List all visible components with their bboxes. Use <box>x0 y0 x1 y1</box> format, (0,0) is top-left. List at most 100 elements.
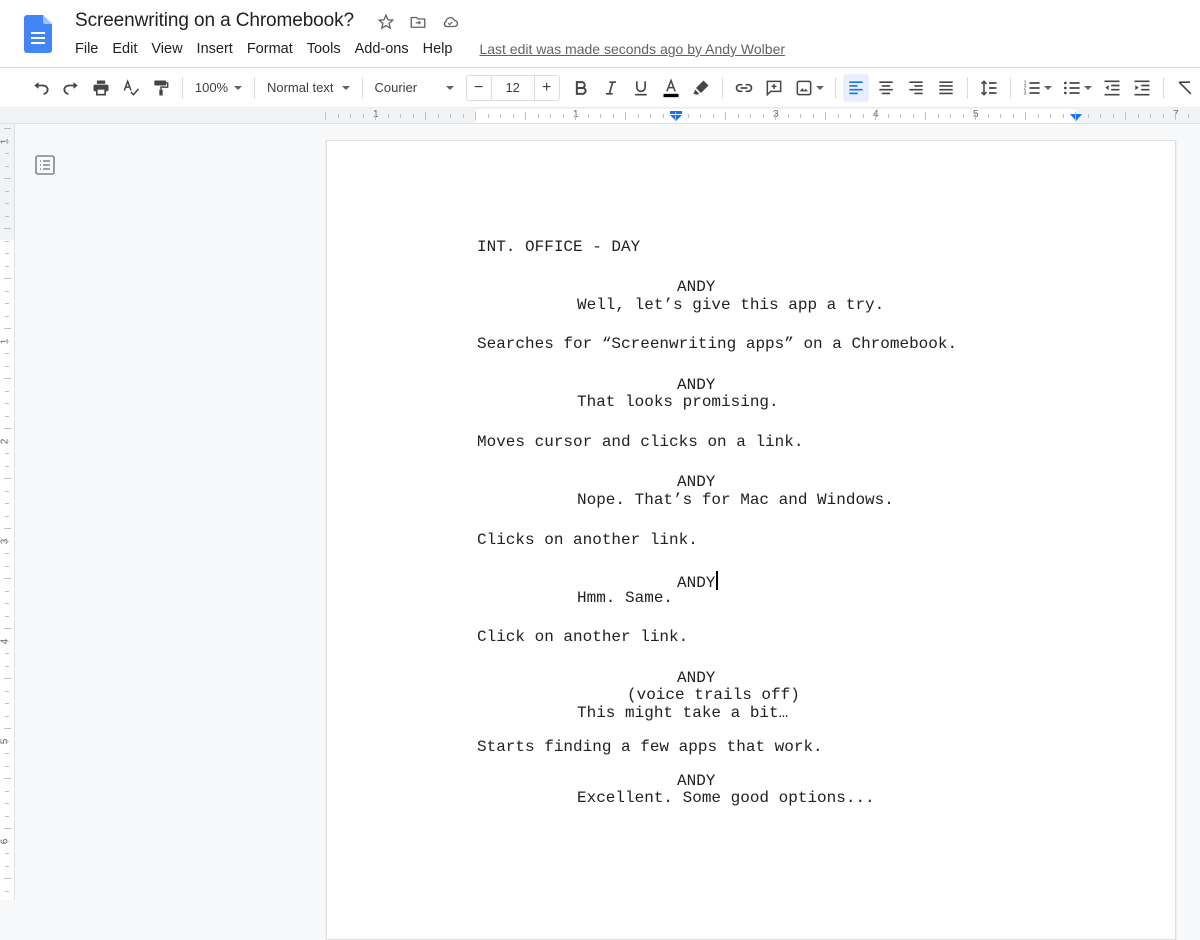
ruler-tick <box>4 478 11 479</box>
character-text: ANDY <box>677 376 716 394</box>
line-spacing-button[interactable] <box>976 74 1002 102</box>
increase-indent-button[interactable] <box>1129 74 1155 102</box>
cloud-saved-icon[interactable] <box>440 12 460 32</box>
document-outline-icon[interactable] <box>34 154 56 176</box>
decrease-font-size-button[interactable]: − <box>467 79 491 97</box>
add-comment-button[interactable] <box>761 74 787 102</box>
dialogue-line[interactable]: Hmm. Same. <box>577 589 673 607</box>
character-line[interactable]: ANDY <box>677 669 715 687</box>
ruler-tick <box>5 590 9 592</box>
ruler-tick <box>5 690 9 692</box>
paragraph-style-select[interactable]: Normal text <box>261 74 356 102</box>
paint-format-button[interactable] <box>148 74 174 102</box>
character-line[interactable]: ANDY <box>677 571 719 592</box>
dialogue-line[interactable]: This might take a bit… <box>577 704 788 722</box>
ruler-tick <box>5 465 9 467</box>
align-right-button[interactable] <box>903 74 929 102</box>
horizontal-ruler[interactable]: 1 1 3 4 5 7 <box>0 108 1200 124</box>
ruler-tick <box>1037 114 1039 118</box>
ruler-tick <box>400 114 401 118</box>
menu-tools[interactable]: Tools <box>300 39 348 59</box>
document-page[interactable]: INT. OFFICE - DAY ANDY Well, let’s give th… <box>326 140 1176 940</box>
insert-image-button[interactable] <box>791 74 827 102</box>
menu-bar: File Edit View Insert Format Tools Add-o… <box>68 39 785 59</box>
ruler-tick <box>5 140 9 142</box>
insert-link-button[interactable] <box>731 74 757 102</box>
ruler-tick <box>700 114 701 118</box>
ruler-tick <box>362 114 364 118</box>
ruler-tick <box>900 114 901 118</box>
action-line[interactable]: Clicks on another link. <box>477 531 698 549</box>
ruler-tick <box>500 114 501 118</box>
ruler-tick <box>575 112 576 120</box>
toolbar-divider <box>721 76 723 99</box>
scene-heading-line[interactable]: INT. OFFICE - DAY <box>477 238 640 256</box>
highlight-color-button[interactable] <box>688 74 714 102</box>
italic-button[interactable] <box>598 74 624 102</box>
ruler-tick <box>850 114 851 118</box>
clear-formatting-button[interactable] <box>1172 74 1198 102</box>
increase-font-size-button[interactable]: + <box>535 79 559 97</box>
spellcheck-button[interactable] <box>118 74 144 102</box>
vertical-ruler[interactable]: 1 1 2 3 4 5 6 <box>0 124 15 900</box>
ruler-tick <box>787 114 789 118</box>
dialogue-line[interactable]: Nope. That’s for Mac and Windows. <box>577 491 894 509</box>
star-icon[interactable] <box>376 12 396 32</box>
menu-add-ons[interactable]: Add-ons <box>348 39 416 59</box>
print-button[interactable] <box>88 74 114 102</box>
dialogue-line[interactable]: Well, let’s give this app a try. <box>577 296 884 314</box>
google-docs-logo-icon[interactable] <box>24 15 52 53</box>
dialogue-line[interactable]: Excellent. Some good options... <box>577 789 875 807</box>
ruler-tick <box>4 878 11 879</box>
align-left-button[interactable] <box>843 73 870 102</box>
ruler-tick <box>4 328 11 329</box>
ruler-tick <box>1000 114 1001 118</box>
character-line[interactable]: ANDY <box>677 278 715 296</box>
action-line[interactable]: Click on another link. <box>477 628 688 646</box>
decrease-indent-button[interactable] <box>1099 74 1125 102</box>
bulleted-list-button[interactable] <box>1059 74 1095 102</box>
ruler-tick <box>5 890 9 892</box>
left-indent-marker-icon[interactable] <box>670 111 682 121</box>
menu-insert[interactable]: Insert <box>190 39 240 59</box>
menu-format[interactable]: Format <box>240 39 300 59</box>
undo-button[interactable] <box>28 74 54 102</box>
last-edit-link[interactable]: Last edit was made seconds ago by Andy W… <box>479 41 785 57</box>
menu-help[interactable]: Help <box>416 39 460 59</box>
ruler-tick <box>925 112 926 120</box>
character-line[interactable]: ANDY <box>677 473 715 491</box>
action-line[interactable]: Searches for “Screenwriting apps” on a C… <box>477 335 957 353</box>
bold-button[interactable] <box>568 74 594 102</box>
action-line[interactable]: Moves cursor and clicks on a link. <box>477 433 803 451</box>
ruler-tick <box>5 803 9 804</box>
action-line[interactable]: Starts finding a few apps that work. <box>477 738 823 756</box>
ruler-tick <box>5 840 9 842</box>
font-size-input[interactable]: 12 <box>490 75 535 100</box>
ruler-tick <box>4 828 11 829</box>
character-line[interactable]: ANDY <box>677 376 715 394</box>
menu-edit[interactable]: Edit <box>105 39 144 59</box>
align-justify-button[interactable] <box>933 74 959 102</box>
action-text: Searches for “Screenwriting apps” on a C… <box>477 335 958 353</box>
align-right-icon <box>909 80 924 94</box>
menu-view[interactable]: View <box>144 39 189 59</box>
numbered-list-button[interactable]: 123 <box>1019 74 1055 102</box>
character-line[interactable]: ANDY <box>677 772 715 790</box>
menu-file[interactable]: File <box>68 39 105 59</box>
right-indent-marker-icon[interactable] <box>1070 111 1082 121</box>
redo-button[interactable] <box>58 74 84 102</box>
dialogue-line[interactable]: That looks promising. <box>577 393 779 411</box>
move-to-folder-icon[interactable] <box>408 12 428 32</box>
ruler-tick <box>4 228 11 229</box>
font-select[interactable]: Courier <box>368 74 459 102</box>
align-center-button[interactable] <box>873 74 899 102</box>
underline-button[interactable] <box>628 74 654 102</box>
text-color-button[interactable] <box>658 74 684 102</box>
character-text: ANDY <box>677 669 716 687</box>
zoom-select[interactable]: 100% <box>189 74 248 102</box>
ruler-tick <box>1100 114 1101 118</box>
parenthetical-line[interactable]: (voice trails off) <box>627 686 800 704</box>
document-title[interactable]: Screenwriting on a Chromebook? <box>75 10 354 32</box>
ruler-tick <box>4 528 11 529</box>
ruler-tick <box>650 114 651 118</box>
